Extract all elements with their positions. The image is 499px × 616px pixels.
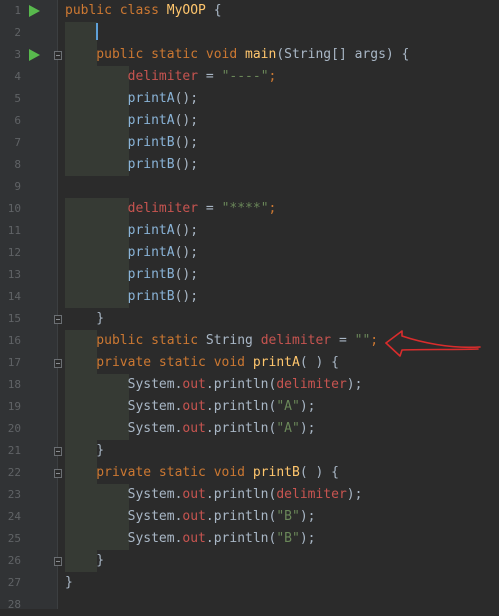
- line-number: 24: [7, 510, 21, 523]
- code-line-15: }: [65, 311, 105, 326]
- line-number: 20: [7, 422, 21, 435]
- line-number: 4: [14, 70, 21, 83]
- fold-icon[interactable]: [54, 315, 62, 324]
- line-number: 5: [14, 92, 21, 105]
- code-line-24: System.out.println("B");: [65, 509, 316, 524]
- line-number: 12: [7, 246, 21, 259]
- fold-icon[interactable]: [54, 447, 62, 456]
- line-number: 25: [7, 532, 21, 545]
- line-number: 13: [7, 268, 21, 281]
- code-line-6: printA();: [127, 113, 199, 128]
- code-line-26: }: [65, 553, 105, 568]
- line-number: 10: [7, 202, 21, 215]
- text-caret: [96, 23, 98, 40]
- line-number: 28: [7, 598, 21, 611]
- code-line-17: private static void printA( ) {: [65, 355, 339, 370]
- line-number: 22: [7, 466, 21, 479]
- run-icon[interactable]: [29, 5, 40, 17]
- code-line-21: }: [65, 443, 105, 458]
- code-line-14: printB();: [127, 289, 199, 304]
- line-number: 19: [7, 400, 21, 413]
- fold-icon[interactable]: [54, 469, 62, 478]
- code-line-8: printB();: [127, 157, 199, 172]
- code-editor[interactable]: 1 2 3 4 5 6 7 8 9 10 11 12 13 14 15 16 1…: [0, 0, 499, 611]
- line-number: 17: [7, 356, 21, 369]
- line-number: 26: [7, 554, 21, 567]
- line-number: 7: [14, 136, 21, 149]
- code-line-5: printA();: [127, 91, 199, 106]
- line-number: 1: [14, 4, 21, 17]
- run-icon[interactable]: [29, 49, 40, 61]
- line-number: 2: [14, 26, 21, 39]
- line-number: 23: [7, 488, 21, 501]
- line-number: 21: [7, 444, 21, 457]
- code-line-27: }: [65, 575, 73, 590]
- code-line-23: System.out.println(delimiter);: [65, 487, 363, 502]
- line-number: 11: [7, 224, 21, 237]
- line-number: 18: [7, 378, 21, 391]
- code-line-16: public static String delimiter = "";: [65, 333, 379, 348]
- code-line-1: public class MyOOP {: [65, 3, 222, 18]
- line-number: 16: [7, 334, 21, 347]
- code-line-12: printA();: [127, 245, 199, 260]
- fold-icon[interactable]: [54, 557, 62, 566]
- code-line-18: System.out.println(delimiter);: [65, 377, 363, 392]
- code-line-11: printA();: [127, 223, 199, 238]
- code-line-22: private static void printB( ) {: [65, 465, 339, 480]
- code-line-13: printB();: [127, 267, 199, 282]
- code-line-19: System.out.println("A");: [65, 399, 316, 414]
- code-line-7: printB();: [127, 135, 199, 150]
- line-number: 6: [14, 114, 21, 127]
- code-line-20: System.out.println("A");: [65, 421, 316, 436]
- code-line-3: public static void main(String[] args) {: [65, 47, 410, 62]
- line-number: 14: [7, 290, 21, 303]
- line-number: 9: [14, 180, 21, 193]
- code-line-10: delimiter = "****";: [127, 201, 277, 216]
- line-number: 27: [7, 576, 21, 589]
- fold-icon[interactable]: [54, 51, 62, 60]
- line-number: 8: [14, 158, 21, 171]
- fold-icon[interactable]: [54, 359, 62, 368]
- gutter-separator: [57, 0, 58, 609]
- line-number: 15: [7, 312, 21, 325]
- line-number: 3: [14, 48, 21, 61]
- code-line-25: System.out.println("B");: [65, 531, 316, 546]
- code-line-4: delimiter = "----";: [127, 69, 277, 84]
